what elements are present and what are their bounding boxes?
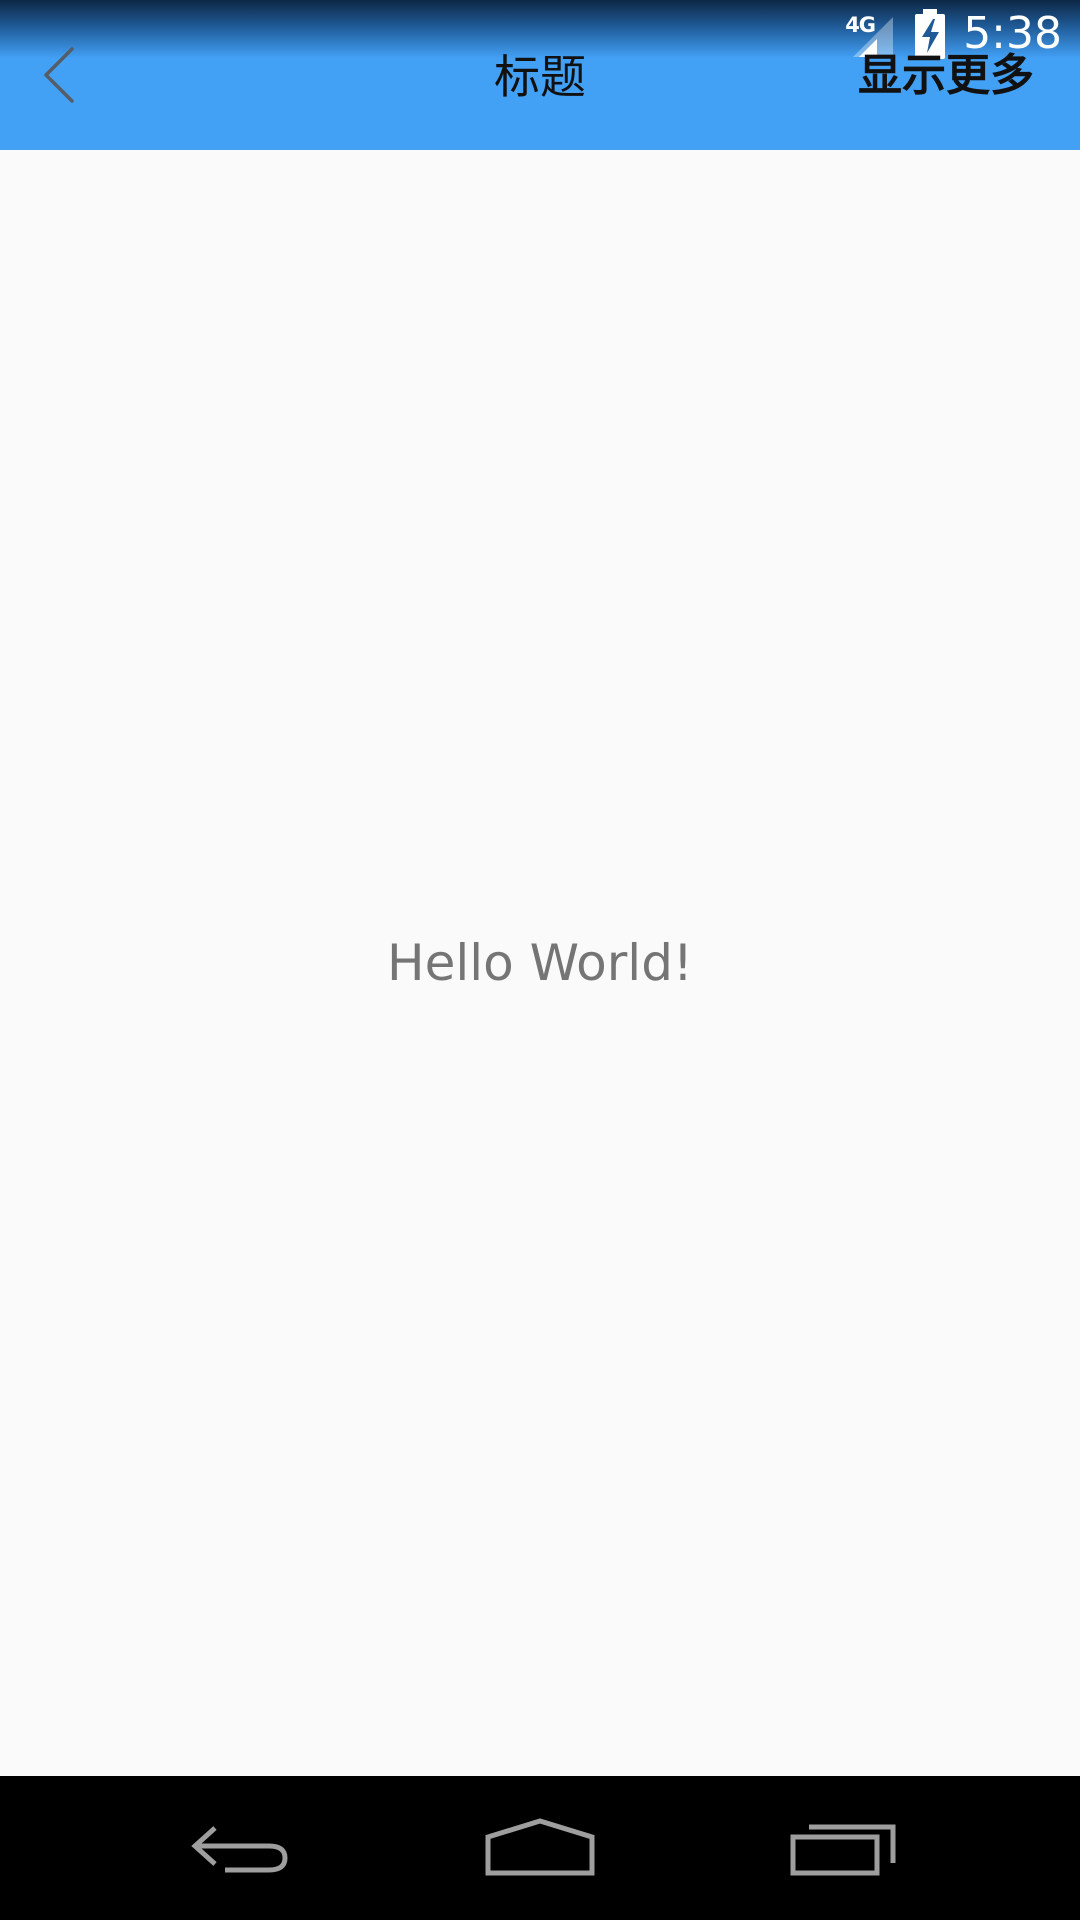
content-area: Hello World! — [0, 150, 1080, 1776]
nav-home-button[interactable] — [460, 1776, 620, 1920]
chevron-left-icon — [44, 47, 74, 103]
app-bar: 4G 5:38 标题 显示更多 — [0, 0, 1080, 150]
screen: 4G 5:38 标题 显示更多 Hello World! — [0, 0, 1080, 1920]
back-button[interactable] — [28, 38, 92, 112]
show-more-button[interactable]: 显示更多 — [858, 46, 1034, 106]
hello-message: Hello World! — [387, 934, 693, 992]
network-type-label: 4G — [845, 13, 876, 37]
navigation-bar — [0, 1776, 1080, 1920]
back-nav-icon — [191, 1826, 288, 1873]
nav-back-button[interactable] — [160, 1776, 320, 1920]
nav-recents-button[interactable] — [763, 1776, 923, 1920]
home-nav-icon — [485, 1818, 595, 1876]
recents-nav-icon — [790, 1824, 896, 1876]
